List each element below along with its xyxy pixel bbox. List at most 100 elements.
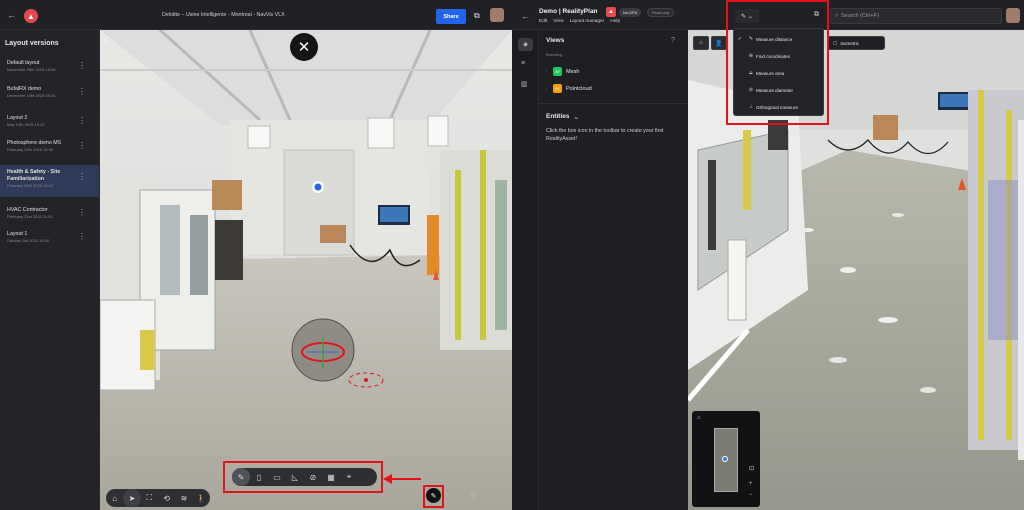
project-title: Demo | RealityPlan bbox=[539, 8, 598, 15]
brand-logo-icon: ▲ bbox=[606, 7, 616, 17]
layout-item-selected[interactable]: Health & Safety - Site Familiarization F… bbox=[0, 165, 99, 197]
menu-item-label: Measure diameter bbox=[756, 87, 794, 93]
horizontal-measure-icon[interactable]: ▭ bbox=[268, 468, 286, 486]
navigate-icon[interactable]: ➤ bbox=[123, 489, 141, 507]
view-label: Mesh bbox=[566, 68, 580, 75]
layers-icon[interactable]: ◈ bbox=[518, 38, 533, 51]
search-icon: ⌕ bbox=[835, 12, 839, 19]
diameter-icon: ⊘ bbox=[748, 87, 754, 93]
more-options-icon[interactable]: ⋮ bbox=[78, 117, 86, 125]
minimap[interactable]: ⌂ ⊡ + − bbox=[692, 411, 760, 507]
more-options-icon[interactable]: ⋮ bbox=[78, 142, 86, 150]
crosshair-icon: ⊕ bbox=[748, 53, 754, 59]
location-marker-icon bbox=[722, 456, 728, 462]
panorama-viewer[interactable]: ✕ › ⌂ ➤ ⛶ ⟲ ≋ 🚶 ✎ ▯ ▭ ◺ ⊘ ▦ ⌖ ✎ ◌ ⚙ ⛶ bbox=[100, 30, 512, 510]
view-item-mesh[interactable]: ⋮ AF Mesh bbox=[544, 67, 579, 76]
orthogonal-icon: ⊥ bbox=[748, 104, 754, 110]
target-icon[interactable]: ⊡ bbox=[749, 465, 754, 472]
chevron-down-icon: ⌄ bbox=[573, 114, 579, 121]
navigation-toolbar: ⌂ ➤ ⛶ ⟲ ≋ 🚶 bbox=[106, 489, 210, 507]
ruler-icon[interactable]: ✎ bbox=[232, 468, 250, 486]
more-options-icon[interactable]: ⋮ bbox=[78, 209, 86, 217]
floor-view-icon[interactable]: ⛶ bbox=[141, 489, 158, 507]
menu-item-find-coordinates[interactable]: ⊕ Find coordinates bbox=[734, 48, 825, 64]
view-badge: PC bbox=[553, 84, 562, 93]
home-icon[interactable]: ⌂ bbox=[693, 36, 709, 50]
person-icon[interactable]: 🚶 bbox=[193, 489, 210, 507]
layout-item[interactable]: Layout 2 May 19th 2025 15:42 ⋮ bbox=[0, 115, 99, 133]
menu-item-label: Measure distance bbox=[756, 36, 793, 42]
view-badge: AF bbox=[553, 67, 562, 76]
fullscreen-icon[interactable]: ⛶ bbox=[490, 492, 495, 500]
menu-item-label: Find coordinates bbox=[756, 53, 790, 59]
walk-mode-icon[interactable]: ≋ bbox=[175, 489, 192, 507]
layout-date: February 24th 2025 12:24 bbox=[7, 183, 54, 188]
menu-item-label: Measure area bbox=[756, 70, 785, 76]
grid-icon[interactable]: ▦ bbox=[322, 468, 340, 486]
avatar[interactable] bbox=[490, 8, 504, 22]
measure-toolbar: ✎ ▯ ▭ ◺ ⊘ ▦ ⌖ bbox=[232, 468, 377, 486]
check-icon: ✓ bbox=[737, 36, 743, 42]
views-subtitle: Branding bbox=[546, 52, 563, 57]
menu-view[interactable]: View bbox=[553, 19, 563, 24]
view-item-pointcloud[interactable]: ⋮ PC Pointcloud bbox=[544, 84, 592, 93]
sidebar-title: Layout versions bbox=[5, 40, 59, 47]
more-options-icon[interactable]: ⋮ bbox=[78, 173, 86, 181]
gear-icon[interactable]: ⚙ bbox=[470, 492, 476, 500]
entities-header[interactable]: Entities ⌄ bbox=[546, 113, 579, 121]
measure-dropdown-menu: ✓ ✎ Measure distance ⊕ Find coordinates … bbox=[733, 28, 824, 116]
read-only-badge: Read-only bbox=[647, 8, 675, 17]
entities-title: Entities bbox=[546, 113, 570, 120]
layout-item[interactable]: Layout 1 October 3rd 2024 14:30 ⋮ bbox=[0, 231, 99, 249]
menu-item-orthogonal-measure[interactable]: ⊥ Orthogonal measure bbox=[734, 99, 825, 115]
menu-bar: Edit View Layout manager Help bbox=[539, 19, 620, 24]
view-label: Pointcloud bbox=[566, 85, 592, 92]
pencil-icon[interactable]: ✎ bbox=[426, 488, 441, 503]
zoom-out-icon[interactable]: − bbox=[749, 492, 753, 498]
layout-item[interactable]: BufalRX demo December 19th 2025 09:24 ⋮ bbox=[0, 86, 99, 104]
search-input[interactable]: ⌕ Search (Ctrl+F) bbox=[830, 8, 1002, 24]
zoom-in-icon[interactable]: + bbox=[749, 481, 753, 487]
vertical-measure-icon[interactable]: ▯ bbox=[250, 468, 268, 486]
project-title: Deloitte – Usine Intelligente - Montreal… bbox=[162, 12, 285, 18]
menu-item-label: Orthogonal measure bbox=[756, 104, 798, 110]
collapse-sidebar-icon[interactable]: › bbox=[104, 35, 107, 45]
isometric-button[interactable]: ▢ Isometric bbox=[827, 36, 885, 50]
comment-icon[interactable]: ◌ bbox=[450, 492, 454, 499]
menu-edit[interactable]: Edit bbox=[539, 19, 547, 24]
close-icon[interactable]: ✕ bbox=[290, 33, 318, 61]
open-external-icon[interactable]: ⧉ bbox=[474, 11, 480, 21]
menu-item-measure-area[interactable]: ⟁ Measure area bbox=[734, 65, 825, 81]
filter-icon[interactable]: ≡ bbox=[521, 60, 525, 67]
back-arrow-icon[interactable]: ← bbox=[521, 11, 530, 21]
coordinate-icon[interactable]: ⌖ bbox=[340, 468, 358, 486]
back-arrow-icon[interactable]: ← bbox=[7, 10, 16, 20]
left-app-window: ← ▲ Deloitte – Usine Intelligente - Mont… bbox=[0, 0, 512, 510]
left-top-bar: ← ▲ Deloitte – Usine Intelligente - Mont… bbox=[0, 0, 512, 30]
app-logo-icon: ▲ bbox=[24, 9, 38, 23]
home-icon[interactable]: ⌂ bbox=[697, 415, 701, 421]
menu-item-measure-diameter[interactable]: ⊘ Measure diameter bbox=[734, 82, 825, 98]
avatar[interactable] bbox=[1006, 8, 1020, 23]
no-gpu-badge: No-GPU bbox=[619, 8, 642, 17]
share-button[interactable]: Share bbox=[436, 9, 466, 24]
more-options-icon[interactable]: ⋮ bbox=[78, 62, 86, 70]
menu-item-measure-distance[interactable]: ✓ ✎ Measure distance bbox=[734, 31, 825, 47]
angle-icon[interactable]: ◺ bbox=[286, 468, 304, 486]
warehouse-scene-image bbox=[100, 30, 512, 510]
orbit-icon[interactable]: ⟲ bbox=[158, 489, 175, 507]
menu-help[interactable]: Help bbox=[610, 19, 620, 24]
menu-layout-manager[interactable]: Layout manager bbox=[570, 19, 605, 24]
layout-item[interactable]: HVAC Contractor February 21st 2025 11:53… bbox=[0, 207, 99, 225]
home-icon[interactable]: ⌂ bbox=[106, 489, 123, 507]
layout-item[interactable]: Default layout November 26th 2025 15:08 … bbox=[0, 60, 99, 78]
more-options-icon[interactable]: ⋮ bbox=[78, 88, 86, 96]
help-icon[interactable]: ? bbox=[671, 37, 675, 44]
isometric-label: Isometric bbox=[840, 40, 859, 46]
layout-item[interactable]: Photosphere demo MS February 24th 2025 1… bbox=[0, 140, 99, 158]
more-options-icon[interactable]: ⋮ bbox=[78, 233, 86, 241]
book-icon[interactable]: ▥ bbox=[521, 80, 528, 88]
divider bbox=[539, 103, 688, 104]
diameter-icon[interactable]: ⊘ bbox=[304, 468, 322, 486]
person-icon[interactable]: 👤 bbox=[711, 36, 727, 50]
